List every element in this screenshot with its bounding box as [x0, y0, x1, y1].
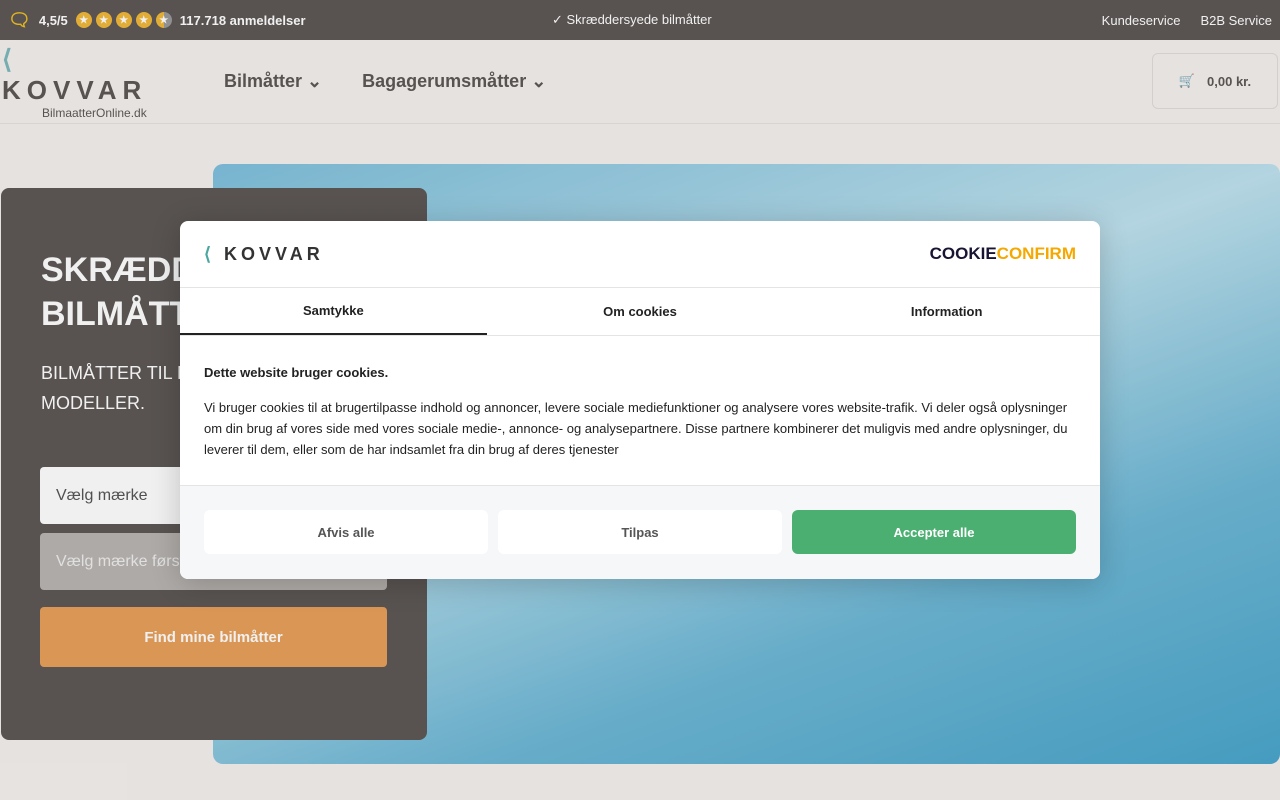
reject-all-button[interactable]: Afvis alle — [204, 510, 488, 554]
cookie-text: Vi bruger cookies til at brugertilpasse … — [204, 400, 1068, 457]
tab-information[interactable]: Information — [793, 288, 1100, 335]
cookie-dialog: ⟨ KOVVAR COOKIECONFIRM Samtykke Om cooki… — [180, 221, 1100, 579]
logo-mark-icon: ⟨ — [204, 243, 216, 264]
tab-om-cookies[interactable]: Om cookies — [487, 288, 794, 335]
accept-all-button[interactable]: Accepter alle — [792, 510, 1076, 554]
cookieconfirm-logo: COOKIECONFIRM — [929, 244, 1076, 263]
customize-button[interactable]: Tilpas — [498, 510, 782, 554]
tab-samtykke[interactable]: Samtykke — [180, 288, 487, 335]
cookie-dialog-logo: ⟨ KOVVAR — [204, 243, 324, 264]
cookie-heading: Dette website bruger cookies. — [204, 365, 389, 380]
